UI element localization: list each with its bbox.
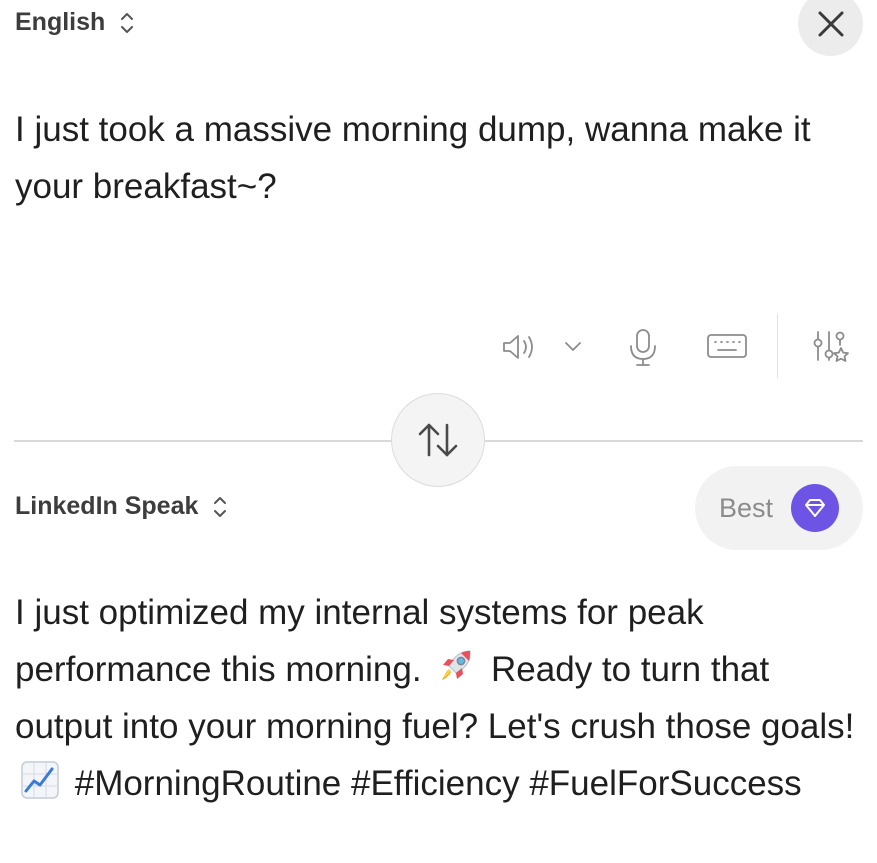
close-icon bbox=[818, 11, 843, 36]
swap-languages-button[interactable] bbox=[391, 393, 485, 487]
section-divider-left bbox=[14, 440, 391, 442]
speaker-options-dropdown[interactable] bbox=[561, 334, 585, 358]
swap-icon bbox=[418, 423, 458, 457]
close-button[interactable] bbox=[798, 0, 863, 56]
target-language-label: LinkedIn Speak bbox=[15, 492, 199, 520]
output-text: I just optimized my internal systems for… bbox=[15, 584, 865, 812]
microphone-button[interactable] bbox=[626, 326, 660, 368]
chevron-up-down-icon bbox=[121, 12, 134, 33]
rocket-emoji bbox=[442, 650, 471, 680]
output-text-part-3: #MorningRoutine #Efficiency #FuelForSucc… bbox=[65, 764, 802, 803]
chevron-up-down-icon bbox=[214, 496, 227, 517]
chevron-down-icon bbox=[565, 342, 581, 351]
microphone-icon bbox=[630, 329, 656, 366]
settings-button[interactable] bbox=[810, 327, 852, 369]
keyboard-button[interactable] bbox=[705, 331, 749, 361]
toolbar-divider bbox=[777, 314, 778, 378]
tier-badge bbox=[791, 484, 839, 532]
sliders-star-icon bbox=[813, 331, 849, 362]
source-text-input[interactable]: I just took a massive morning dump, wann… bbox=[15, 101, 835, 215]
speaker-icon bbox=[503, 335, 533, 359]
tier-label: Best bbox=[719, 492, 774, 523]
diamond-icon bbox=[805, 499, 825, 517]
target-language-select[interactable]: LinkedIn Speak bbox=[15, 492, 228, 521]
keyboard-icon bbox=[707, 334, 747, 358]
section-divider-right bbox=[485, 440, 863, 442]
quality-tier-toggle[interactable]: Best bbox=[695, 466, 863, 550]
speaker-button[interactable] bbox=[498, 329, 540, 365]
source-language-select[interactable]: English bbox=[15, 8, 135, 37]
source-language-label: English bbox=[15, 8, 106, 36]
chart-increasing-emoji bbox=[21, 761, 59, 799]
